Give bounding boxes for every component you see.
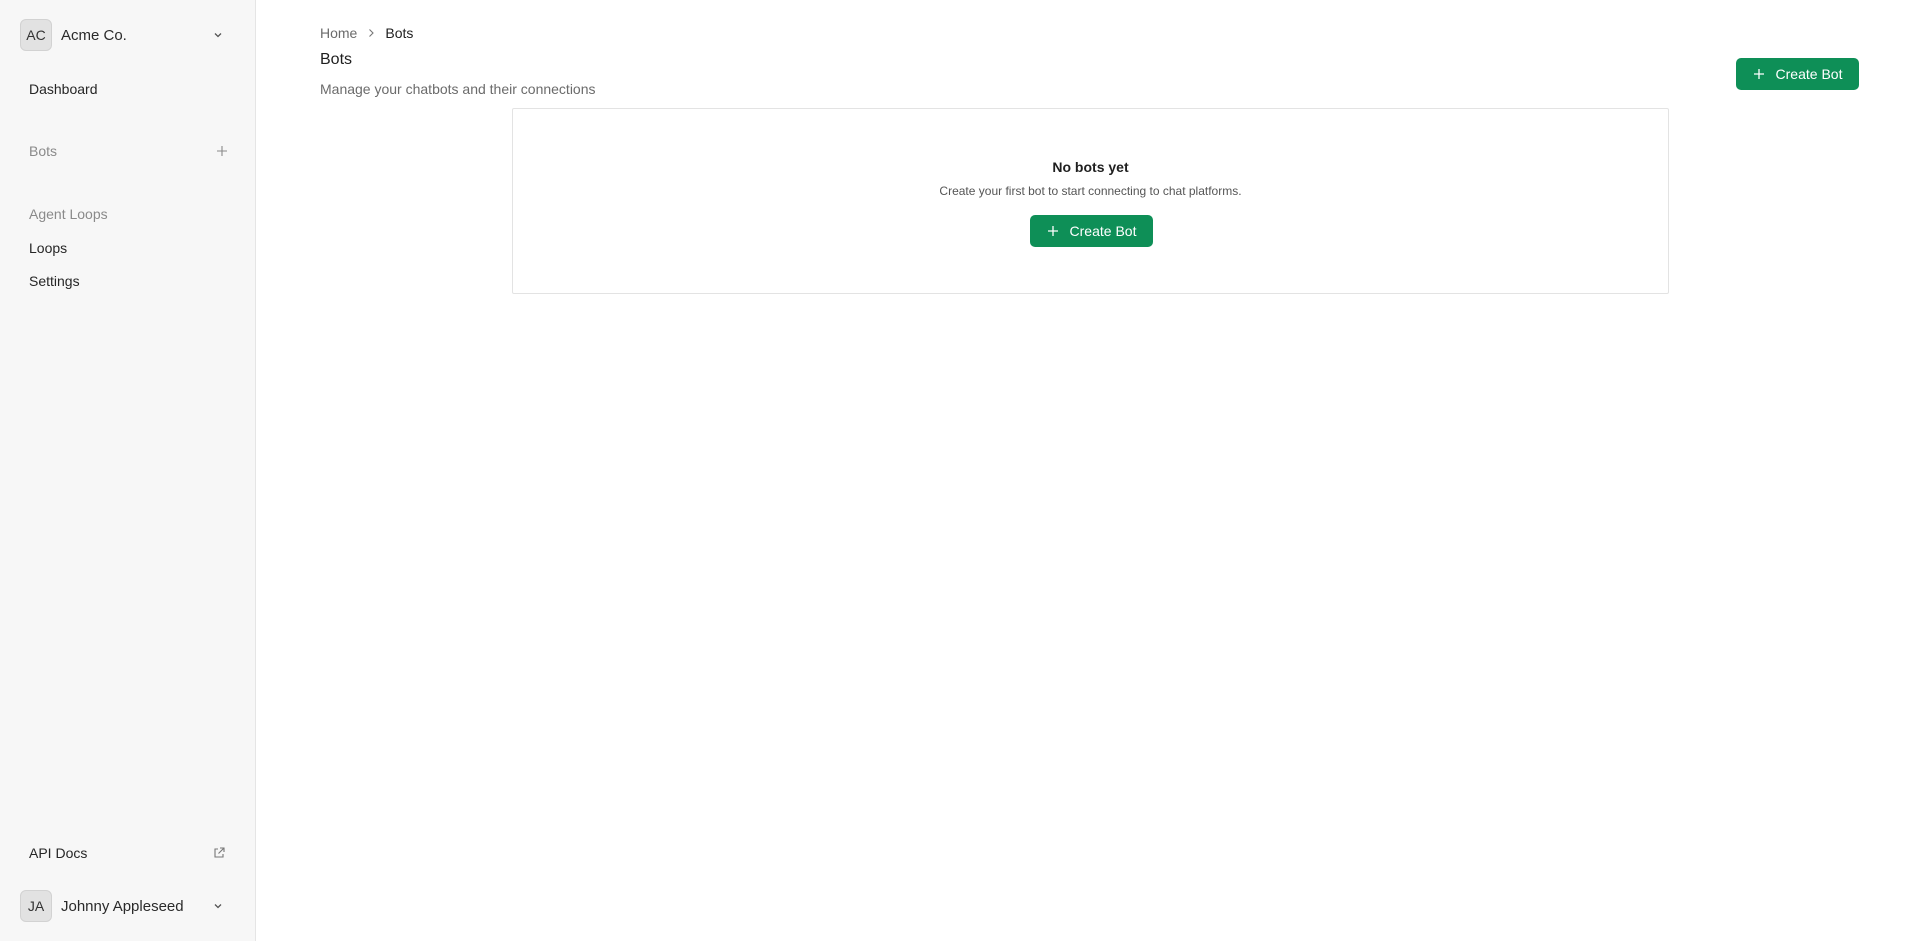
page-title: Bots <box>320 51 353 68</box>
user-switcher[interactable]: JA Johnny Appleseed <box>20 890 228 922</box>
external-link-icon[interactable] <box>212 846 226 860</box>
sidebar-item-settings[interactable]: Settings <box>29 272 80 290</box>
sidebar: AC Acme Co. Dashboard Bots Agent Loops L… <box>0 0 256 941</box>
sidebar-section-agent-loops: Agent Loops <box>29 206 108 222</box>
org-avatar: AC <box>20 19 52 51</box>
sidebar-section-bots[interactable]: Bots <box>29 142 57 160</box>
empty-state-description: Create your first bot to start connectin… <box>939 184 1242 198</box>
chevron-right-icon <box>369 29 375 37</box>
app: AC Acme Co. Dashboard Bots Agent Loops L… <box>0 0 1920 941</box>
create-bot-label: Create Bot <box>1775 66 1843 82</box>
empty-state-title: No bots yet <box>1052 159 1129 175</box>
sidebar-item-dashboard[interactable]: Dashboard <box>29 80 98 98</box>
user-name: Johnny Appleseed <box>61 897 184 915</box>
empty-state-create-bot-label: Create Bot <box>1069 223 1137 239</box>
plus-icon <box>1047 226 1058 236</box>
org-switcher[interactable]: AC Acme Co. <box>20 19 228 51</box>
sidebar-item-api-docs[interactable]: API Docs <box>29 844 87 862</box>
org-name: Acme Co. <box>61 26 127 44</box>
chevron-down-icon <box>214 904 222 909</box>
breadcrumb-current: Bots <box>385 25 414 41</box>
empty-state-card: No bots yet Create your first bot to sta… <box>512 108 1669 294</box>
create-bot-button[interactable]: Create Bot <box>1736 58 1859 90</box>
page-subtitle: Manage your chatbots and their connectio… <box>320 81 596 97</box>
sidebar-item-loops[interactable]: Loops <box>29 239 67 257</box>
chevron-down-icon <box>214 33 222 38</box>
plus-icon <box>1753 69 1764 79</box>
breadcrumb-home[interactable]: Home <box>320 25 357 41</box>
add-bot-plus-icon[interactable] <box>215 144 229 158</box>
main-content: Home Bots Bots Manage your chatbots and … <box>256 0 1920 941</box>
user-avatar: JA <box>20 890 52 922</box>
breadcrumb: Home Bots <box>320 25 413 41</box>
empty-state-create-bot-button[interactable]: Create Bot <box>1030 215 1153 247</box>
